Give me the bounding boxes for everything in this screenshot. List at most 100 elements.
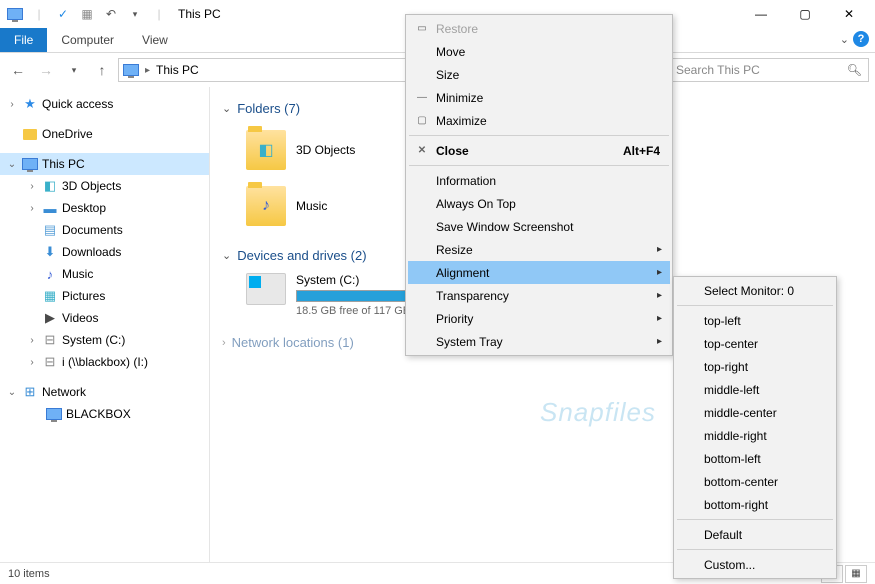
menu-alignment[interactable]: Alignment▸ xyxy=(408,261,670,284)
folder-label: 3D Objects xyxy=(296,143,355,157)
chevron-right-icon[interactable]: › xyxy=(6,99,18,110)
tree-documents[interactable]: ▤ Documents xyxy=(0,219,209,241)
tree-this-pc[interactable]: ⌄ This PC xyxy=(0,153,209,175)
tree-quick-access[interactable]: › ★ Quick access xyxy=(0,93,209,115)
search-input[interactable]: Search This PC 🔍︎ xyxy=(669,58,869,82)
ribbon-expand-icon[interactable]: ⌄ xyxy=(840,33,849,46)
pc-icon xyxy=(4,3,26,25)
menu-save-screenshot[interactable]: Save Window Screenshot xyxy=(408,215,670,238)
pc-icon xyxy=(22,156,38,172)
submenu-middle-left[interactable]: middle-left xyxy=(676,378,834,401)
submenu-bottom-right[interactable]: bottom-right xyxy=(676,493,834,516)
qat-checkmark-icon[interactable]: ✓ xyxy=(52,3,74,25)
recent-dropdown-icon[interactable]: ▾ xyxy=(62,58,86,82)
tab-view[interactable]: View xyxy=(128,28,182,52)
tab-file[interactable]: File xyxy=(0,28,47,52)
tree-network-drive-i[interactable]: › ⊟ i (\\blackbox) (I:) xyxy=(0,351,209,373)
submenu-default[interactable]: Default xyxy=(676,523,834,546)
network-drive-icon: ⊟ xyxy=(42,354,58,370)
menu-system-tray[interactable]: System Tray▸ xyxy=(408,330,670,353)
shortcut-label: Alt+F4 xyxy=(623,144,660,158)
network-icon: ⊞ xyxy=(22,384,38,400)
submenu-top-center[interactable]: top-center xyxy=(676,332,834,355)
address-pc-icon xyxy=(123,64,139,76)
back-button[interactable]: ← xyxy=(6,58,30,82)
tree-downloads[interactable]: ⬇ Downloads xyxy=(0,241,209,263)
qat-dropdown-icon[interactable]: ▾ xyxy=(124,3,146,25)
menu-separator xyxy=(409,165,669,166)
tree-network[interactable]: ⌄ ⊞ Network xyxy=(0,381,209,403)
menu-transparency[interactable]: Transparency▸ xyxy=(408,284,670,307)
submenu-custom[interactable]: Custom... xyxy=(676,553,834,576)
chevron-right-icon[interactable]: › xyxy=(26,357,38,368)
folder-icon: ♪ xyxy=(246,186,286,226)
chevron-right-icon[interactable]: › xyxy=(222,337,226,349)
maximize-button[interactable]: ▢ xyxy=(783,0,827,28)
menu-resize[interactable]: Resize▸ xyxy=(408,238,670,261)
search-icon[interactable]: 🔍︎ xyxy=(847,63,862,77)
view-large-icons-button[interactable]: ▦ xyxy=(845,565,867,583)
tree-pictures[interactable]: ▦ Pictures xyxy=(0,285,209,307)
video-icon: ▶ xyxy=(42,310,58,326)
tree-system-c[interactable]: › ⊟ System (C:) xyxy=(0,329,209,351)
folder-icon xyxy=(22,126,38,142)
maximize-icon: ▢ xyxy=(414,115,430,126)
star-icon: ★ xyxy=(22,96,38,112)
qat-properties-icon[interactable]: ▦ xyxy=(76,3,98,25)
drive-icon: ⊟ xyxy=(42,332,58,348)
chevron-down-icon[interactable]: ⌄ xyxy=(222,102,231,115)
qat-undo-icon[interactable]: ↶ xyxy=(100,3,122,25)
menu-priority[interactable]: Priority▸ xyxy=(408,307,670,330)
folder-icon: ◧ xyxy=(246,130,286,170)
up-button[interactable]: ↑ xyxy=(90,58,114,82)
menu-move[interactable]: Move xyxy=(408,40,670,63)
download-icon: ⬇ xyxy=(42,244,58,260)
chevron-right-icon[interactable]: › xyxy=(26,335,38,346)
drive-icon xyxy=(246,273,286,305)
music-icon: ♪ xyxy=(42,266,58,282)
desktop-icon: ▬ xyxy=(42,200,58,216)
submenu-arrow-icon: ▸ xyxy=(657,313,662,324)
help-icon[interactable]: ? xyxy=(853,31,869,47)
chevron-down-icon[interactable]: ⌄ xyxy=(6,159,18,170)
tree-desktop[interactable]: › ▬ Desktop xyxy=(0,197,209,219)
address-location[interactable]: This PC xyxy=(156,63,199,77)
menu-close[interactable]: ✕CloseAlt+F4 xyxy=(408,139,670,162)
tree-onedrive[interactable]: OneDrive xyxy=(0,123,209,145)
submenu-middle-right[interactable]: middle-right xyxy=(676,424,834,447)
close-button[interactable]: ✕ xyxy=(827,0,871,28)
tree-videos[interactable]: ▶ Videos xyxy=(0,307,209,329)
menu-separator xyxy=(409,135,669,136)
document-icon: ▤ xyxy=(42,222,58,238)
submenu-bottom-center[interactable]: bottom-center xyxy=(676,470,834,493)
folder-label: Music xyxy=(296,199,327,213)
menu-maximize[interactable]: ▢Maximize xyxy=(408,109,670,132)
menu-restore[interactable]: ▭Restore xyxy=(408,17,670,40)
submenu-select-monitor[interactable]: Select Monitor: 0 xyxy=(676,279,834,302)
chevron-right-icon[interactable]: › xyxy=(26,203,38,214)
minimize-icon: — xyxy=(414,92,430,103)
tab-computer[interactable]: Computer xyxy=(47,28,128,52)
chevron-down-icon[interactable]: ⌄ xyxy=(6,387,18,398)
submenu-top-left[interactable]: top-left xyxy=(676,309,834,332)
tree-music[interactable]: ♪ Music xyxy=(0,263,209,285)
tree-3d-objects[interactable]: › ◧ 3D Objects xyxy=(0,175,209,197)
forward-button[interactable]: → xyxy=(34,58,58,82)
nav-tree: › ★ Quick access OneDrive ⌄ This PC › ◧ … xyxy=(0,87,210,562)
menu-separator xyxy=(677,549,833,550)
submenu-middle-center[interactable]: middle-center xyxy=(676,401,834,424)
submenu-arrow-icon: ▸ xyxy=(657,267,662,278)
menu-minimize[interactable]: —Minimize xyxy=(408,86,670,109)
minimize-button[interactable]: — xyxy=(739,0,783,28)
system-menu: ▭Restore Move Size —Minimize ▢Maximize ✕… xyxy=(405,14,673,356)
submenu-top-right[interactable]: top-right xyxy=(676,355,834,378)
submenu-bottom-left[interactable]: bottom-left xyxy=(676,447,834,470)
menu-always-on-top[interactable]: Always On Top xyxy=(408,192,670,215)
menu-information[interactable]: Information xyxy=(408,169,670,192)
submenu-arrow-icon: ▸ xyxy=(657,336,662,347)
chevron-right-icon[interactable]: › xyxy=(26,181,38,192)
tree-blackbox[interactable]: BLACKBOX xyxy=(0,403,209,425)
chevron-down-icon[interactable]: ⌄ xyxy=(222,249,231,262)
menu-size[interactable]: Size xyxy=(408,63,670,86)
breadcrumb-arrow-icon[interactable]: ▸ xyxy=(145,65,150,76)
